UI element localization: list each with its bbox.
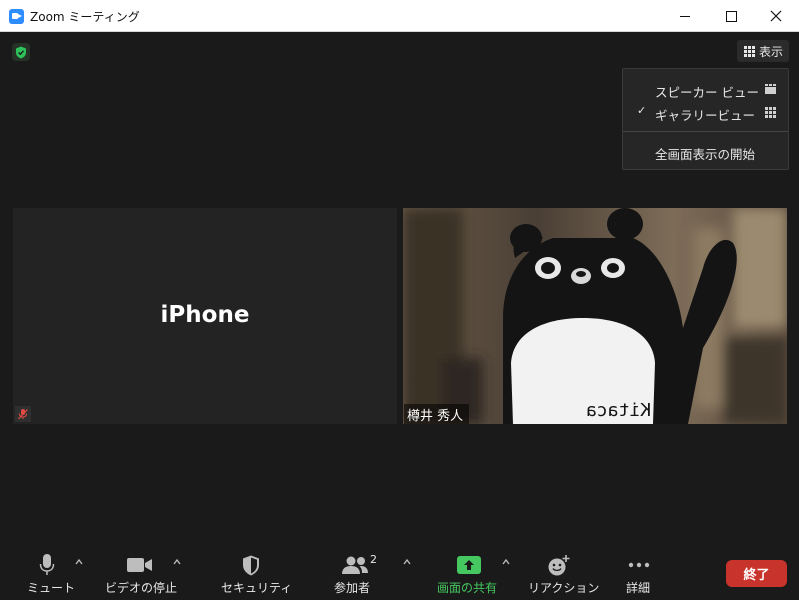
menu-item-speaker-view[interactable]: スピーカー ビュー (623, 78, 788, 100)
view-button[interactable]: 表示 (737, 40, 789, 62)
encryption-shield-icon[interactable] (12, 43, 30, 61)
zoom-app-icon (9, 9, 24, 24)
speaker-view-icon (765, 84, 776, 94)
participants-button[interactable]: 参加者 (334, 540, 378, 600)
close-button[interactable] (753, 0, 799, 32)
security-button[interactable]: セキュリティ (219, 540, 292, 600)
reactions-button[interactable]: リアクション (527, 540, 599, 600)
share-screen-button[interactable]: 画面の共有 (436, 540, 502, 600)
title-bar: Zoom ミーティング (0, 0, 799, 32)
more-dots-icon (628, 562, 650, 568)
grid-icon (744, 45, 755, 57)
menu-item-gallery-view[interactable]: ✓ ギャラリービュー (623, 101, 788, 123)
end-meeting-button[interactable]: 終了 (726, 560, 787, 587)
reactions-label: リアクション (528, 581, 600, 595)
window-title: Zoom ミーティング (30, 10, 140, 24)
security-label: セキュリティ (221, 581, 293, 595)
gallery-view-icon (765, 107, 776, 118)
audio-options-caret-icon[interactable] (74, 557, 84, 567)
participant-video-image: Kitaca (403, 208, 787, 424)
maximize-button[interactable] (708, 0, 754, 32)
muted-mic-icon (15, 406, 31, 422)
checkmark-icon: ✓ (637, 104, 647, 117)
menu-divider (623, 131, 788, 132)
more-button[interactable]: 詳細 (624, 540, 654, 600)
mute-label: ミュート (27, 581, 76, 595)
reaction-emoji-icon (548, 554, 570, 575)
gallery-view-label: ギャラリービュー (655, 108, 756, 123)
security-shield-icon (243, 555, 259, 575)
participants-options-caret-icon[interactable] (402, 557, 412, 567)
participants-icon (342, 556, 368, 574)
video-camera-icon (127, 558, 152, 572)
participants-count-badge: 2 (370, 553, 377, 566)
fullscreen-label: 全画面表示の開始 (655, 147, 756, 162)
stop-video-button[interactable]: ビデオの停止 (103, 540, 178, 600)
participant-name: iPhone (160, 302, 250, 328)
stop-video-label: ビデオの停止 (105, 581, 178, 595)
menu-item-enter-fullscreen[interactable]: 全画面表示の開始 (623, 140, 788, 162)
share-screen-label: 画面の共有 (437, 581, 498, 595)
view-button-label: 表示 (759, 44, 784, 59)
participant-tile-video[interactable]: Kitaca 樽井 秀人 (403, 208, 787, 424)
minimize-button[interactable] (662, 0, 708, 32)
meeting-toolbar: ミュート ビデオの停止 セキュリティ 参加者 2 画面の共有 リアクション 詳細 (0, 540, 799, 600)
shirt-text: Kitaca (586, 400, 651, 421)
view-menu: スピーカー ビュー ✓ ギャラリービュー 全画面表示の開始 (622, 68, 789, 170)
participant-tile-iphone[interactable]: iPhone (13, 208, 397, 424)
more-label: 詳細 (626, 581, 651, 595)
close-icon (770, 10, 782, 22)
participants-label: 参加者 (334, 581, 371, 595)
share-screen-icon (457, 556, 481, 574)
participant-name-tag: 樽井 秀人 (404, 404, 470, 424)
microphone-icon (39, 554, 55, 575)
speaker-view-label: スピーカー ビュー (655, 85, 759, 100)
mute-button[interactable]: ミュート (22, 540, 76, 600)
video-options-caret-icon[interactable] (172, 557, 182, 567)
share-options-caret-icon[interactable] (501, 557, 511, 567)
